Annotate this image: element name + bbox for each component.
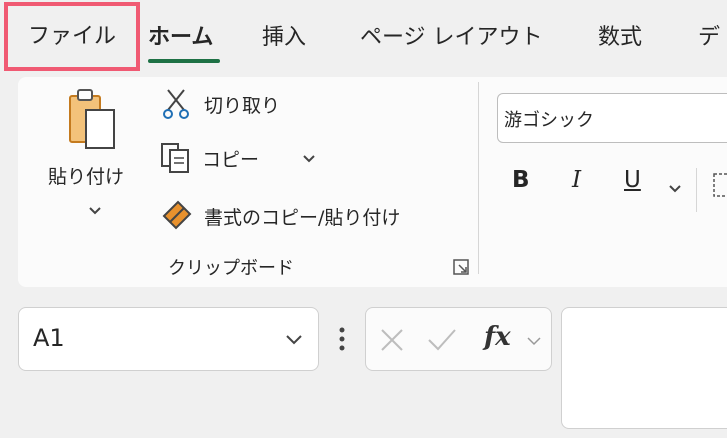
font-name-box[interactable]: 游ゴシック <box>497 93 727 143</box>
underline-button[interactable]: U <box>624 160 641 200</box>
active-tab-indicator <box>148 59 220 63</box>
tab-formulas[interactable]: 数式 <box>598 18 642 58</box>
copy-button[interactable]: コピー <box>160 140 320 176</box>
paste-label: 貼り付け <box>48 166 125 188</box>
font-name-value: 游ゴシック <box>504 110 594 131</box>
tab-page-layout[interactable]: ページ レイアウト <box>360 18 543 58</box>
tab-insert[interactable]: 挿入 <box>262 18 306 58</box>
paste-icon <box>69 89 115 149</box>
splitter-handle-icon[interactable] <box>338 326 346 352</box>
enter-check-icon[interactable] <box>426 326 458 354</box>
paste-button[interactable]: 貼り付け <box>48 84 140 234</box>
tab-home[interactable]: ホーム <box>148 18 213 58</box>
font-separator <box>696 168 697 212</box>
name-box[interactable]: A1 <box>18 307 319 371</box>
chevron-down-icon <box>89 207 101 215</box>
fx-dropdown-icon[interactable] <box>526 336 542 346</box>
italic-button[interactable]: I <box>572 160 581 200</box>
copy-icon <box>161 143 189 173</box>
clipboard-group-label: クリップボード <box>168 258 294 279</box>
ribbon-tab-bar: ファイル ホーム 挿入 ページ レイアウト 数式 デ <box>0 0 727 78</box>
copy-dropdown-icon[interactable] <box>302 154 316 164</box>
dialog-launcher-icon[interactable] <box>452 258 470 276</box>
tab-data[interactable]: デ <box>698 18 720 58</box>
tab-file-label: ファイル <box>27 24 116 49</box>
format-painter-button[interactable]: 書式のコピー/貼り付け <box>160 196 460 236</box>
name-box-value: A1 <box>33 324 65 352</box>
tab-file[interactable]: ファイル <box>4 2 140 71</box>
copy-label: コピー <box>202 149 260 171</box>
format-painter-label: 書式のコピー/貼り付け <box>204 207 401 229</box>
format-painter-icon <box>162 200 192 230</box>
underline-dropdown-icon[interactable] <box>668 184 682 194</box>
border-icon[interactable] <box>712 170 727 200</box>
cut-label: 切り取り <box>204 95 281 117</box>
cancel-icon[interactable] <box>378 326 406 354</box>
name-box-dropdown-icon[interactable] <box>285 334 303 346</box>
insert-function-button[interactable]: fx <box>484 322 511 352</box>
cut-button[interactable]: 切り取り <box>162 86 312 122</box>
group-separator <box>478 82 479 274</box>
formula-input[interactable] <box>561 307 727 429</box>
scissors-icon <box>163 89 189 119</box>
bold-button[interactable]: B <box>512 160 530 200</box>
formula-controls: fx <box>365 307 552 371</box>
